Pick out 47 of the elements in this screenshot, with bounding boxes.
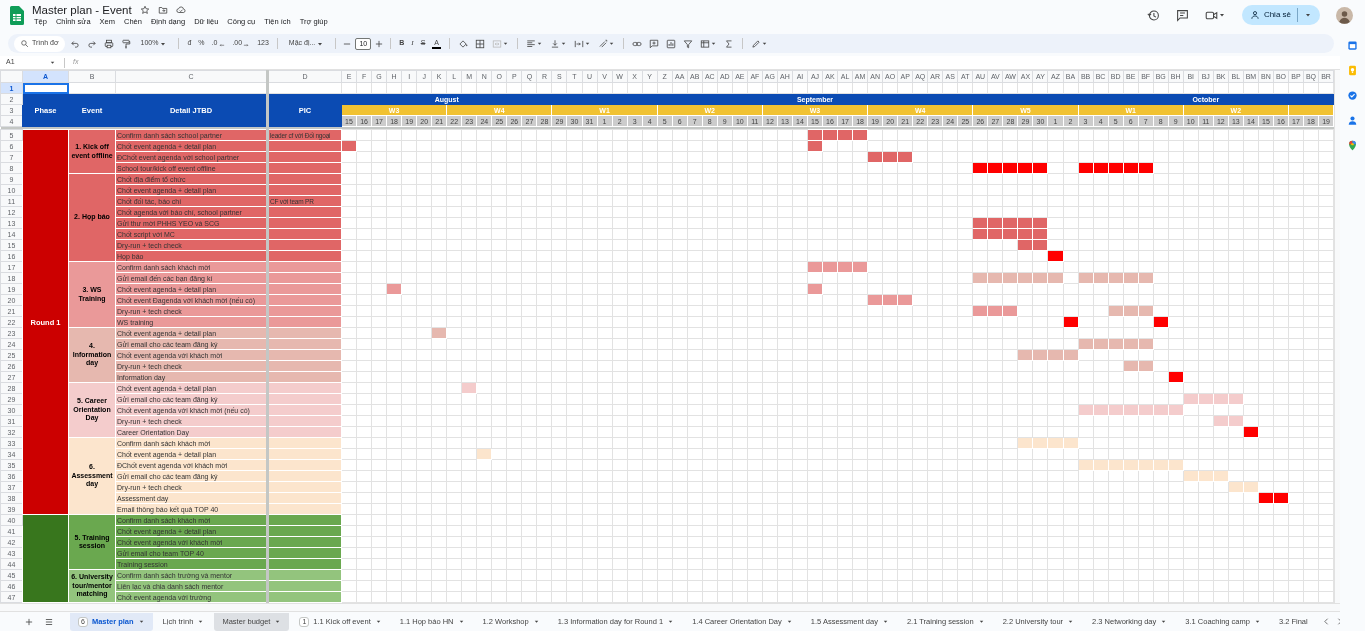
table-icon[interactable] <box>700 38 711 49</box>
caret-icon[interactable] <box>1217 11 1226 19</box>
caret-icon[interactable] <box>502 40 510 47</box>
caret-icon[interactable] <box>761 40 769 47</box>
check-circle-icon[interactable] <box>1347 90 1358 101</box>
spreadsheet-logo[interactable] <box>10 6 24 25</box>
share-button[interactable]: Chia sẻ <box>1241 5 1320 25</box>
paint-bucket-icon[interactable] <box>458 38 469 49</box>
search-icon <box>20 39 29 48</box>
caret-icon[interactable] <box>49 59 56 66</box>
avatar[interactable] <box>1336 6 1353 24</box>
folder-icon[interactable] <box>157 5 168 15</box>
star-icon[interactable] <box>139 5 150 15</box>
comment-icon[interactable] <box>1175 8 1189 22</box>
map-pin-icon[interactable] <box>1347 140 1358 151</box>
printer-icon[interactable] <box>103 38 114 49</box>
person-icon[interactable] <box>1347 115 1358 126</box>
caret-icon <box>1304 11 1312 19</box>
calendar-icon[interactable] <box>1347 40 1358 51</box>
cell-cursor[interactable] <box>22 82 69 94</box>
merge-cells-icon[interactable] <box>492 38 503 49</box>
caret-icon[interactable] <box>710 40 718 47</box>
borders-icon[interactable] <box>475 38 486 49</box>
undo-icon[interactable] <box>69 38 80 49</box>
text-rotation-icon[interactable] <box>598 38 609 49</box>
paint-roller-icon[interactable] <box>120 38 131 49</box>
history-icon[interactable] <box>1146 8 1160 22</box>
redo-icon[interactable] <box>86 38 97 49</box>
pen-icon[interactable] <box>751 38 762 49</box>
filter-icon[interactable] <box>683 38 694 49</box>
person-icon <box>1249 10 1260 20</box>
cloud-icon[interactable] <box>175 5 186 15</box>
sum-icon[interactable] <box>724 38 735 49</box>
caret-icon[interactable] <box>584 40 592 47</box>
plus-icon[interactable] <box>374 38 385 49</box>
align-left-icon[interactable] <box>526 38 537 49</box>
caret-icon[interactable] <box>536 40 544 47</box>
add-comment-icon[interactable] <box>649 38 660 49</box>
caret-icon[interactable] <box>560 40 568 47</box>
align-bottom-icon[interactable] <box>550 38 561 49</box>
chevron-left-icon[interactable] <box>1321 617 1331 626</box>
document-title[interactable]: Master plan - Event <box>32 3 132 17</box>
chart-icon[interactable] <box>666 38 677 49</box>
caret-icon[interactable] <box>608 40 616 47</box>
text-wrap-icon[interactable] <box>574 38 585 49</box>
plus-icon[interactable] <box>24 616 34 627</box>
sheet-list-icon[interactable] <box>44 616 54 627</box>
